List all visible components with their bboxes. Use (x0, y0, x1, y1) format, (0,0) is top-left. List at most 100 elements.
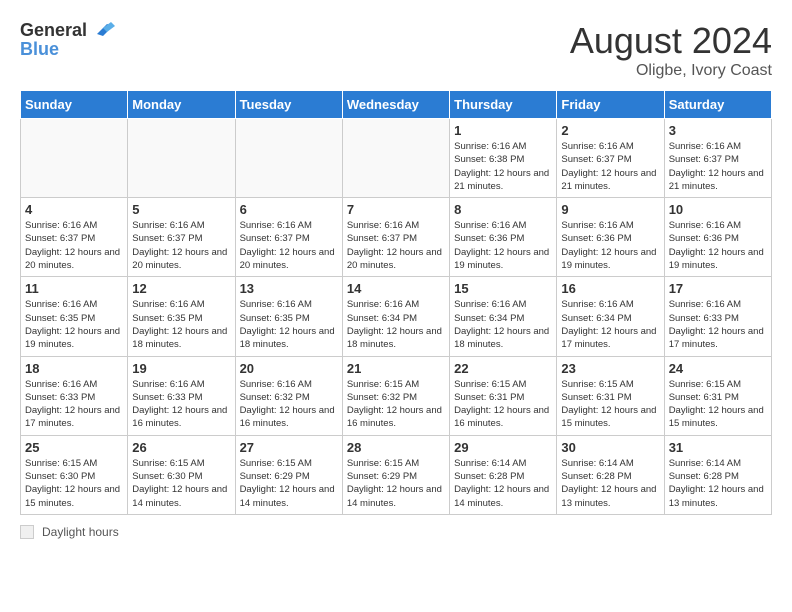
calendar-cell: 2Sunrise: 6:16 AM Sunset: 6:37 PM Daylig… (557, 119, 664, 198)
day-info: Sunrise: 6:15 AM Sunset: 6:31 PM Dayligh… (669, 378, 767, 431)
calendar-cell: 18Sunrise: 6:16 AM Sunset: 6:33 PM Dayli… (21, 356, 128, 435)
calendar-cell: 19 Sunrise: 6:16 AM Sunset: 6:33 PM Dayli… (128, 356, 235, 435)
day-number: 19 (132, 361, 230, 376)
day-number: 8 (454, 202, 552, 217)
day-info: Sunrise: 6:14 AM Sunset: 6:28 PM Dayligh… (561, 457, 659, 510)
calendar-cell: 28Sunrise: 6:15 AM Sunset: 6:29 PM Dayli… (342, 435, 449, 514)
day-number: 12 (132, 281, 230, 296)
calendar-cell: 14 Sunrise: 6:16 AM Sunset: 6:34 PM Dayli… (342, 277, 449, 356)
calendar-day-header: Friday (557, 91, 664, 119)
day-number: 4 (25, 202, 123, 217)
calendar-cell: 3Sunrise: 6:16 AM Sunset: 6:37 PM Daylig… (664, 119, 771, 198)
day-info: Sunrise: 6:16 AM Sunset: 6:33 PM Dayligh… (669, 298, 767, 351)
day-number: 27 (240, 440, 338, 455)
day-info: Sunrise: 6:15 AM Sunset: 6:31 PM Dayligh… (561, 378, 659, 431)
day-number: 30 (561, 440, 659, 455)
title-area: August 2024 Oligbe, Ivory Coast (570, 20, 772, 80)
logo-bird-icon (89, 16, 115, 42)
day-info: Sunrise: 6:16 AM Sunset: 6:37 PM Dayligh… (25, 219, 123, 272)
day-number: 21 (347, 361, 445, 376)
day-info: Sunrise: 6:16 AM Sunset: 6:33 PM Dayligh… (132, 378, 230, 431)
daylight-box (20, 525, 34, 539)
calendar-cell: 12 Sunrise: 6:16 AM Sunset: 6:35 PM Dayli… (128, 277, 235, 356)
calendar-cell: 26 Sunrise: 6:15 AM Sunset: 6:30 PM Dayli… (128, 435, 235, 514)
day-info: Sunrise: 6:15 AM Sunset: 6:29 PM Dayligh… (347, 457, 445, 510)
day-info: Sunrise: 6:16 AM Sunset: 6:37 PM Dayligh… (347, 219, 445, 272)
day-info: Sunrise: 6:16 AM Sunset: 6:37 PM Dayligh… (132, 219, 230, 272)
day-info: Sunrise: 6:16 AM Sunset: 6:34 PM Dayligh… (454, 298, 552, 351)
logo: General Blue (20, 20, 115, 60)
calendar-cell (235, 119, 342, 198)
day-number: 22 (454, 361, 552, 376)
calendar-header: SundayMondayTuesdayWednesdayThursdayFrid… (21, 91, 772, 119)
day-number: 25 (25, 440, 123, 455)
day-number: 31 (669, 440, 767, 455)
calendar-day-header: Wednesday (342, 91, 449, 119)
footer: Daylight hours (20, 525, 772, 539)
calendar-cell: 21 Sunrise: 6:15 AM Sunset: 6:32 PM Dayli… (342, 356, 449, 435)
calendar-day-header: Saturday (664, 91, 771, 119)
day-info: Sunrise: 6:15 AM Sunset: 6:30 PM Dayligh… (132, 457, 230, 510)
day-info: Sunrise: 6:16 AM Sunset: 6:36 PM Dayligh… (454, 219, 552, 272)
day-info: Sunrise: 6:16 AM Sunset: 6:32 PM Dayligh… (240, 378, 338, 431)
day-info: Sunrise: 6:15 AM Sunset: 6:29 PM Dayligh… (240, 457, 338, 510)
day-number: 14 (347, 281, 445, 296)
calendar-cell: 31Sunrise: 6:14 AM Sunset: 6:28 PM Dayli… (664, 435, 771, 514)
day-info: Sunrise: 6:16 AM Sunset: 6:35 PM Dayligh… (132, 298, 230, 351)
calendar-day-header: Sunday (21, 91, 128, 119)
calendar-cell: 15 Sunrise: 6:16 AM Sunset: 6:34 PM Dayli… (450, 277, 557, 356)
calendar-cell: 23 Sunrise: 6:15 AM Sunset: 6:31 PM Dayli… (557, 356, 664, 435)
day-info: Sunrise: 6:16 AM Sunset: 6:34 PM Dayligh… (561, 298, 659, 351)
day-number: 2 (561, 123, 659, 138)
calendar-cell: 11 Sunrise: 6:16 AM Sunset: 6:35 PM Dayli… (21, 277, 128, 356)
calendar-cell: 4 Sunrise: 6:16 AM Sunset: 6:37 PM Daylig… (21, 198, 128, 277)
day-info: Sunrise: 6:16 AM Sunset: 6:35 PM Dayligh… (240, 298, 338, 351)
day-number: 1 (454, 123, 552, 138)
day-info: Sunrise: 6:16 AM Sunset: 6:35 PM Dayligh… (25, 298, 123, 351)
day-number: 20 (240, 361, 338, 376)
day-info: Sunrise: 6:14 AM Sunset: 6:28 PM Dayligh… (454, 457, 552, 510)
day-info: Sunrise: 6:16 AM Sunset: 6:36 PM Dayligh… (669, 219, 767, 272)
calendar-cell: 30 Sunrise: 6:14 AM Sunset: 6:28 PM Dayli… (557, 435, 664, 514)
calendar-cell: 29 Sunrise: 6:14 AM Sunset: 6:28 PM Dayli… (450, 435, 557, 514)
daylight-label: Daylight hours (42, 525, 119, 539)
day-number: 6 (240, 202, 338, 217)
day-info: Sunrise: 6:16 AM Sunset: 6:34 PM Dayligh… (347, 298, 445, 351)
day-number: 5 (132, 202, 230, 217)
day-number: 7 (347, 202, 445, 217)
logo-text-blue: Blue (20, 40, 115, 60)
calendar-cell: 22 Sunrise: 6:15 AM Sunset: 6:31 PM Dayli… (450, 356, 557, 435)
day-info: Sunrise: 6:15 AM Sunset: 6:31 PM Dayligh… (454, 378, 552, 431)
day-number: 24 (669, 361, 767, 376)
day-number: 23 (561, 361, 659, 376)
day-number: 18 (25, 361, 123, 376)
day-info: Sunrise: 6:15 AM Sunset: 6:32 PM Dayligh… (347, 378, 445, 431)
day-number: 26 (132, 440, 230, 455)
day-number: 13 (240, 281, 338, 296)
day-info: Sunrise: 6:16 AM Sunset: 6:37 PM Dayligh… (240, 219, 338, 272)
calendar-cell: 17 Sunrise: 6:16 AM Sunset: 6:33 PM Dayli… (664, 277, 771, 356)
calendar-day-header: Thursday (450, 91, 557, 119)
calendar-cell: 25Sunrise: 6:15 AM Sunset: 6:30 PM Dayli… (21, 435, 128, 514)
calendar-cell: 20 Sunrise: 6:16 AM Sunset: 6:32 PM Dayli… (235, 356, 342, 435)
day-number: 17 (669, 281, 767, 296)
day-info: Sunrise: 6:16 AM Sunset: 6:36 PM Dayligh… (561, 219, 659, 272)
calendar-day-header: Monday (128, 91, 235, 119)
day-number: 3 (669, 123, 767, 138)
calendar-cell: 1 Sunrise: 6:16 AM Sunset: 6:38 PM Daylig… (450, 119, 557, 198)
day-info: Sunrise: 6:16 AM Sunset: 6:38 PM Dayligh… (454, 140, 552, 193)
month-year-title: August 2024 (570, 20, 772, 62)
day-number: 10 (669, 202, 767, 217)
calendar-day-header: Tuesday (235, 91, 342, 119)
day-number: 16 (561, 281, 659, 296)
day-number: 9 (561, 202, 659, 217)
day-number: 29 (454, 440, 552, 455)
calendar-cell (128, 119, 235, 198)
calendar-cell: 6 Sunrise: 6:16 AM Sunset: 6:37 PM Daylig… (235, 198, 342, 277)
calendar-cell (21, 119, 128, 198)
calendar-cell: 13 Sunrise: 6:16 AM Sunset: 6:35 PM Dayli… (235, 277, 342, 356)
day-number: 11 (25, 281, 123, 296)
calendar-cell: 9 Sunrise: 6:16 AM Sunset: 6:36 PM Daylig… (557, 198, 664, 277)
calendar-cell: 8 Sunrise: 6:16 AM Sunset: 6:36 PM Daylig… (450, 198, 557, 277)
day-number: 15 (454, 281, 552, 296)
